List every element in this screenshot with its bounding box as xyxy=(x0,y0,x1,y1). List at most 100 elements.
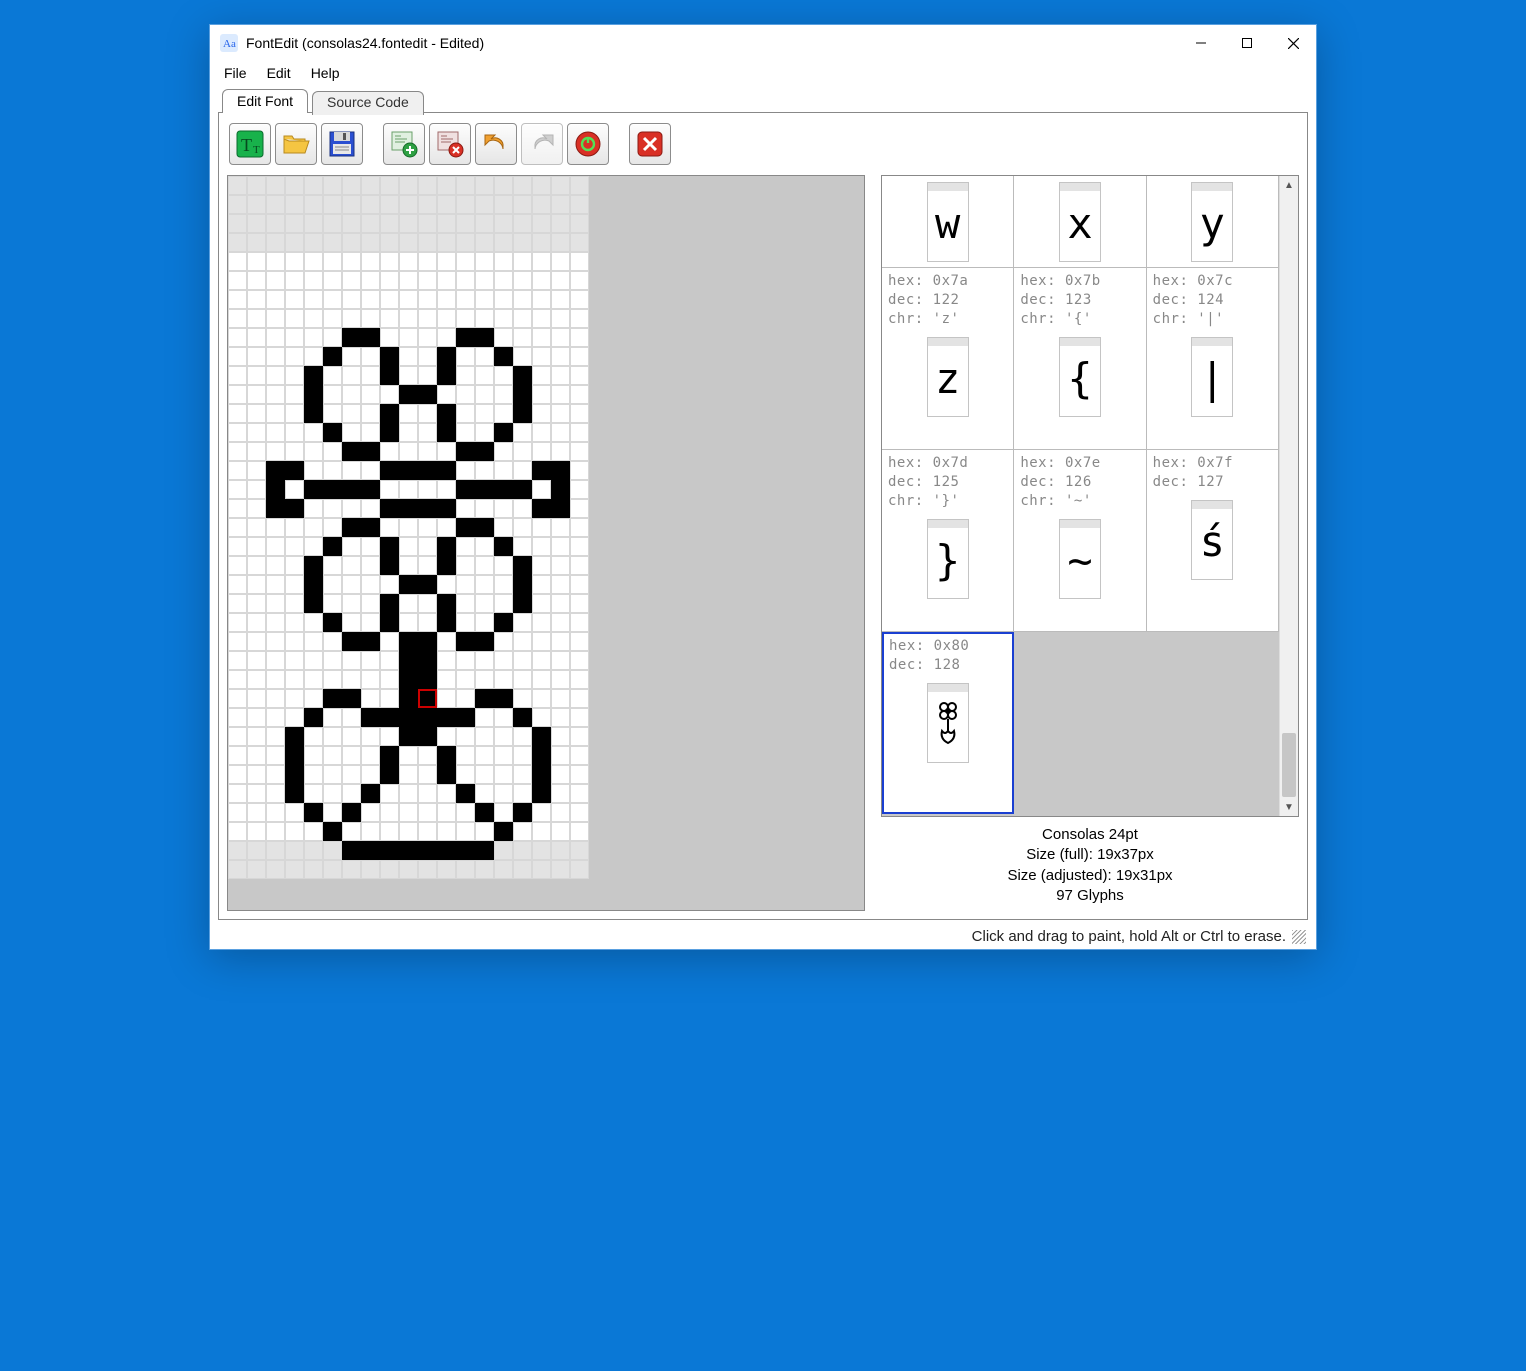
pixel-cell[interactable] xyxy=(570,784,589,803)
pixel-cell[interactable] xyxy=(304,423,323,442)
pixel-cell[interactable] xyxy=(532,689,551,708)
pixel-cell[interactable] xyxy=(228,594,247,613)
pixel-cell[interactable] xyxy=(532,727,551,746)
pixel-cell[interactable] xyxy=(266,594,285,613)
pixel-cell[interactable] xyxy=(228,214,247,233)
pixel-cell[interactable] xyxy=(551,309,570,328)
pixel-cell[interactable] xyxy=(304,328,323,347)
pixel-cell[interactable] xyxy=(475,309,494,328)
pixel-cell[interactable] xyxy=(418,575,437,594)
pixel-cell[interactable] xyxy=(380,632,399,651)
pixel-cell[interactable] xyxy=(456,670,475,689)
pixel-cell[interactable] xyxy=(323,803,342,822)
pixel-cell[interactable] xyxy=(285,176,304,195)
pixel-cell[interactable] xyxy=(399,176,418,195)
pixel-cell[interactable] xyxy=(551,613,570,632)
pixel-cell[interactable] xyxy=(361,423,380,442)
pixel-cell[interactable] xyxy=(494,423,513,442)
pixel-cell[interactable] xyxy=(380,613,399,632)
pixel-cell[interactable] xyxy=(570,841,589,860)
pixel-cell[interactable] xyxy=(418,822,437,841)
pixel-cell[interactable] xyxy=(418,670,437,689)
pixel-cell[interactable] xyxy=(494,366,513,385)
pixel-cell[interactable] xyxy=(247,556,266,575)
pixel-cell[interactable] xyxy=(285,271,304,290)
pixel-cell[interactable] xyxy=(266,765,285,784)
pixel-cell[interactable] xyxy=(361,651,380,670)
pixel-cell[interactable] xyxy=(247,461,266,480)
pixel-cell[interactable] xyxy=(266,290,285,309)
pixel-cell[interactable] xyxy=(494,556,513,575)
pixel-cell[interactable] xyxy=(494,613,513,632)
pixel-cell[interactable] xyxy=(475,518,494,537)
pixel-cell[interactable] xyxy=(456,822,475,841)
pixel-cell[interactable] xyxy=(228,423,247,442)
pixel-cell[interactable] xyxy=(228,309,247,328)
pixel-cell[interactable] xyxy=(247,271,266,290)
pixel-cell[interactable] xyxy=(456,480,475,499)
pixel-cell[interactable] xyxy=(437,328,456,347)
pixel-cell[interactable] xyxy=(361,822,380,841)
pixel-cell[interactable] xyxy=(494,233,513,252)
pixel-cell[interactable] xyxy=(456,689,475,708)
pixel-cell[interactable] xyxy=(285,442,304,461)
pixel-cell[interactable] xyxy=(437,537,456,556)
pixel-cell[interactable] xyxy=(380,366,399,385)
pixel-cell[interactable] xyxy=(551,290,570,309)
pixel-cell[interactable] xyxy=(285,499,304,518)
pixel-cell[interactable] xyxy=(437,575,456,594)
pixel-cell[interactable] xyxy=(532,423,551,442)
pixel-cell[interactable] xyxy=(266,537,285,556)
pixel-cell[interactable] xyxy=(494,347,513,366)
pixel-cell[interactable] xyxy=(551,271,570,290)
pixel-cell[interactable] xyxy=(342,252,361,271)
pixel-cell[interactable] xyxy=(361,670,380,689)
pixel-cell[interactable] xyxy=(361,689,380,708)
pixel-cell[interactable] xyxy=(494,765,513,784)
pixel-cell[interactable] xyxy=(456,252,475,271)
pixel-cell[interactable] xyxy=(323,328,342,347)
pixel-cell[interactable] xyxy=(475,252,494,271)
pixel-cell[interactable] xyxy=(551,423,570,442)
pixel-cell[interactable] xyxy=(285,689,304,708)
pixel-cell[interactable] xyxy=(266,271,285,290)
pixel-cell[interactable] xyxy=(323,575,342,594)
pixel-cell[interactable] xyxy=(304,613,323,632)
pixel-cell[interactable] xyxy=(361,860,380,879)
pixel-cell[interactable] xyxy=(342,366,361,385)
pixel-cell[interactable] xyxy=(570,404,589,423)
pixel-cell[interactable] xyxy=(266,499,285,518)
pixel-cell[interactable] xyxy=(304,803,323,822)
pixel-cell[interactable] xyxy=(342,746,361,765)
pixel-cell[interactable] xyxy=(570,233,589,252)
pixel-cell[interactable] xyxy=(437,594,456,613)
pixel-cell[interactable] xyxy=(228,518,247,537)
pixel-cell[interactable] xyxy=(247,309,266,328)
pixel-cell[interactable] xyxy=(361,575,380,594)
pixel-cell[interactable] xyxy=(342,309,361,328)
pixel-cell[interactable] xyxy=(475,404,494,423)
pixel-cell[interactable] xyxy=(361,594,380,613)
pixel-cell[interactable] xyxy=(285,632,304,651)
pixel-cell[interactable] xyxy=(456,366,475,385)
pixel-cell[interactable] xyxy=(513,480,532,499)
pixel-cell[interactable] xyxy=(513,328,532,347)
pixel-cell[interactable] xyxy=(513,708,532,727)
menu-file[interactable]: File xyxy=(224,65,247,81)
pixel-cell[interactable] xyxy=(475,556,494,575)
pixel-cell[interactable] xyxy=(380,537,399,556)
pixel-cell[interactable] xyxy=(437,252,456,271)
pixel-cell[interactable] xyxy=(437,822,456,841)
pixel-cell[interactable] xyxy=(380,556,399,575)
pixel-cell[interactable] xyxy=(266,366,285,385)
pixel-cell[interactable] xyxy=(285,765,304,784)
pixel-cell[interactable] xyxy=(551,385,570,404)
pixel-cell[interactable] xyxy=(361,708,380,727)
pixel-cell[interactable] xyxy=(513,746,532,765)
pixel-cell[interactable] xyxy=(418,632,437,651)
pixel-cell[interactable] xyxy=(494,309,513,328)
pixel-cell[interactable] xyxy=(342,328,361,347)
pixel-cell[interactable] xyxy=(361,803,380,822)
pixel-cell[interactable] xyxy=(304,594,323,613)
pixel-cell[interactable] xyxy=(418,195,437,214)
